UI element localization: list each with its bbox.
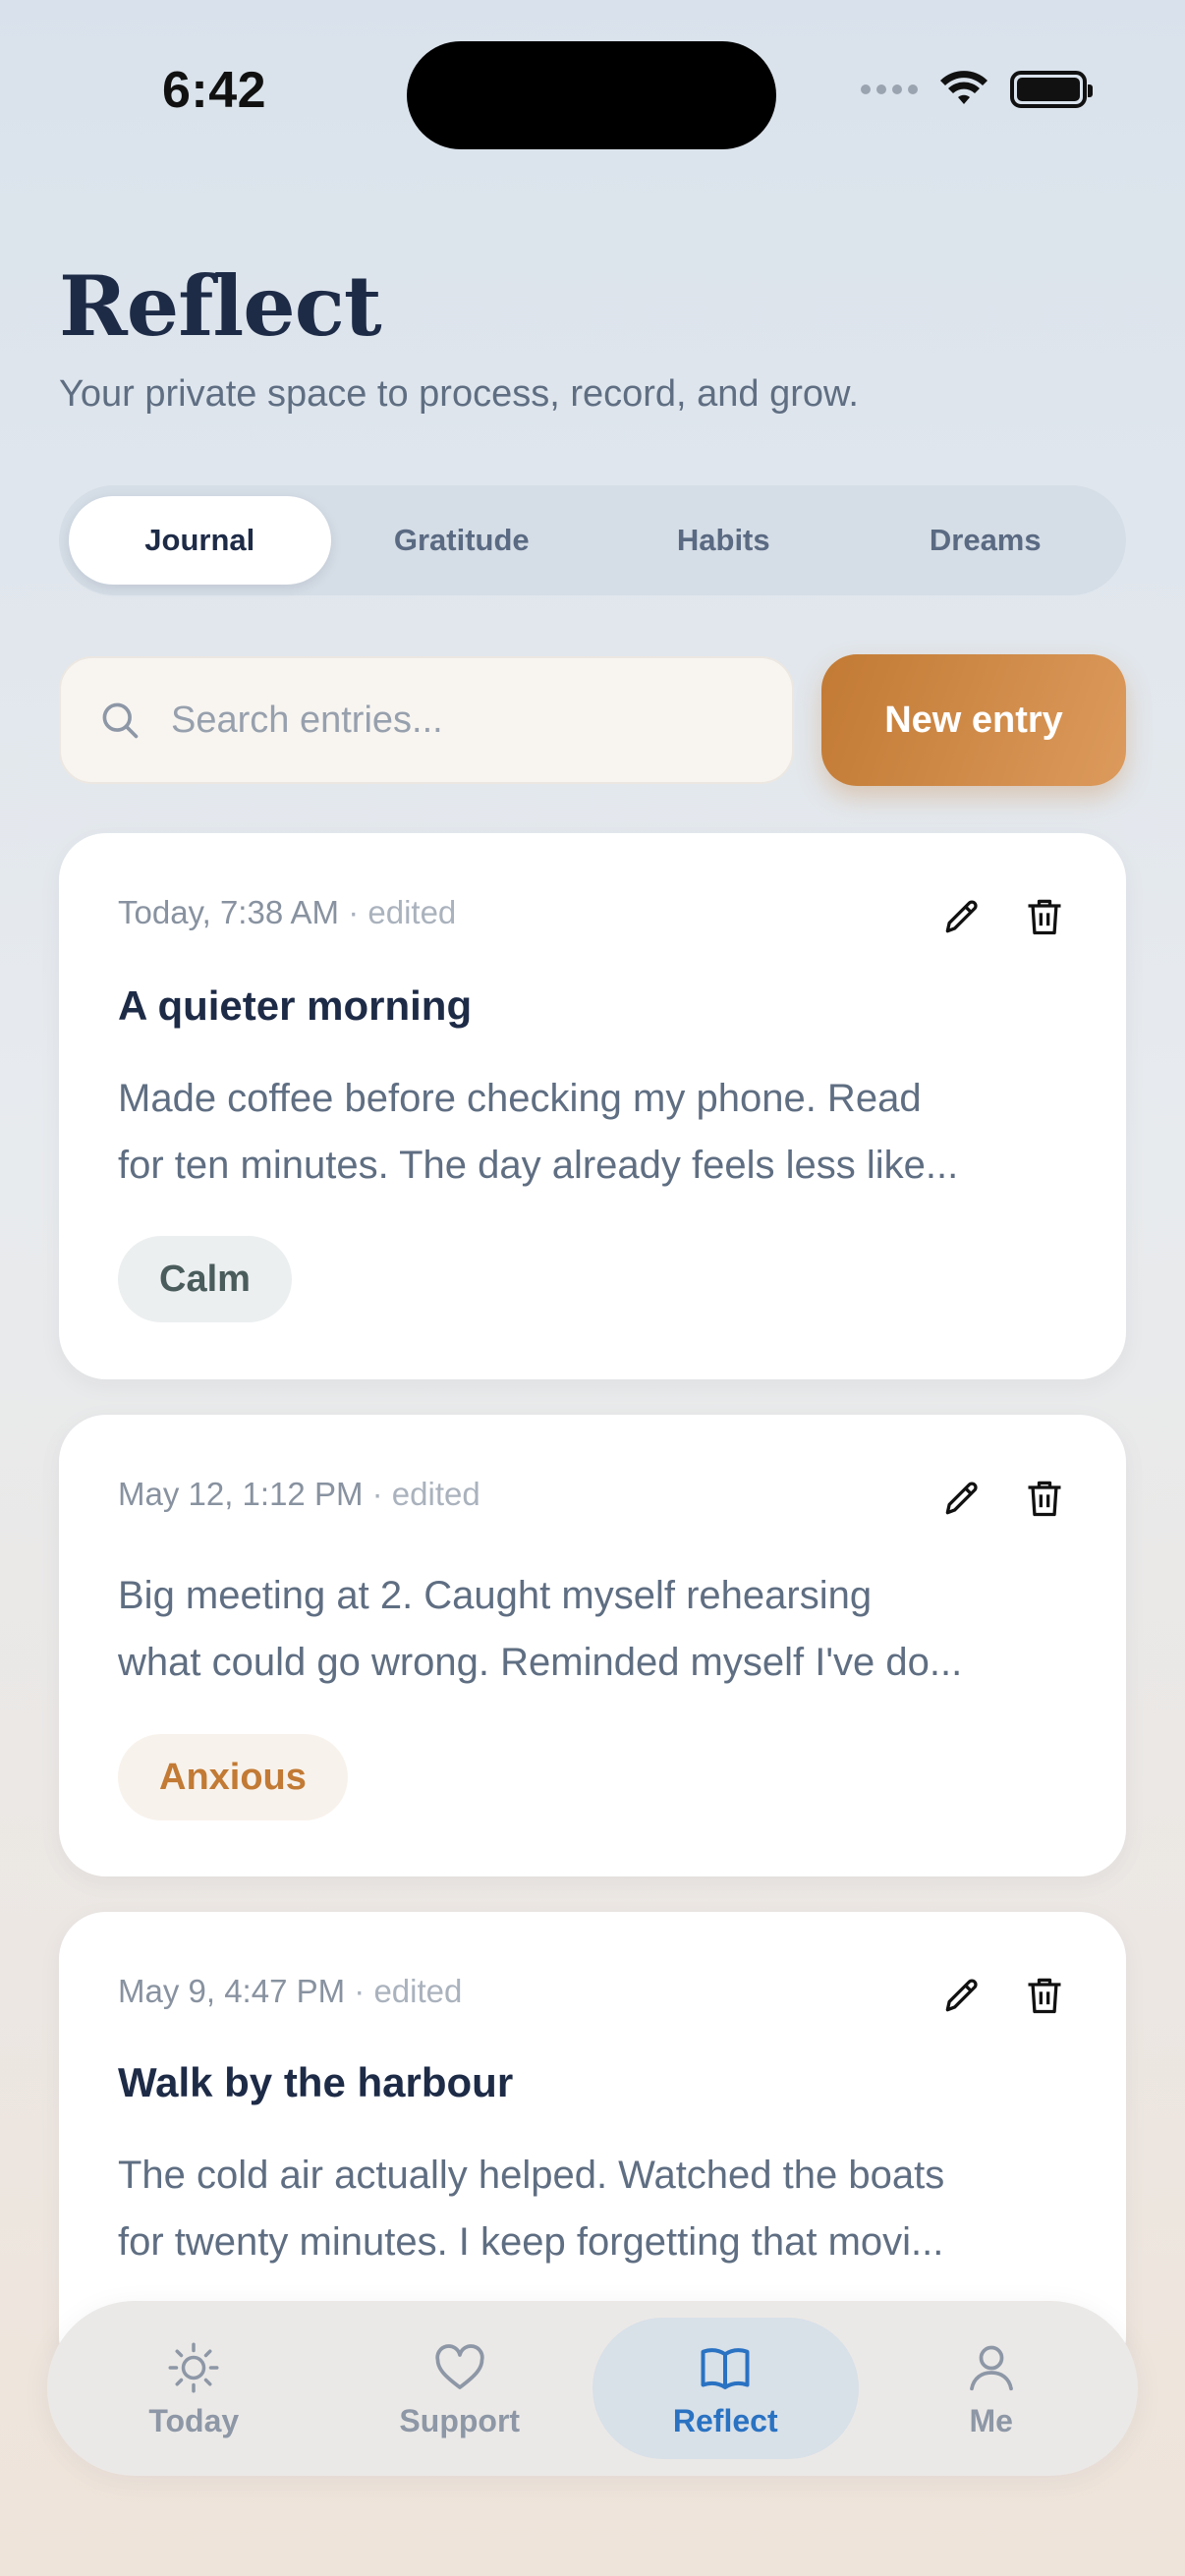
wifi-icon [940, 71, 988, 104]
delete-entry-button[interactable] [1022, 894, 1067, 939]
entry-meta: May 9, 4:47 PM · edited [118, 1973, 462, 2010]
dynamic-island [407, 41, 776, 149]
page-title: Reflect [59, 257, 382, 355]
nav-label: Support [399, 2402, 521, 2438]
entry-timestamp: May 12, 1:12 PM [118, 1476, 364, 1512]
nav-item-reflect[interactable]: Reflect [592, 2318, 859, 2459]
nav-label: Today [148, 2402, 240, 2438]
book-icon [701, 2347, 750, 2389]
entry-edited-label: · edited [348, 894, 457, 930]
entry-meta: May 12, 1:12 PM · edited [118, 1476, 480, 1513]
entry-timestamp: May 9, 4:47 PM [118, 1973, 346, 2009]
delete-entry-button[interactable] [1022, 1476, 1067, 1521]
entry-meta: Today, 7:38 AM · edited [118, 894, 456, 931]
nav-item-today[interactable]: Today [61, 2318, 327, 2459]
pencil-icon [945, 1979, 978, 2012]
entry-title: A quieter morning [118, 982, 473, 1029]
section-tabs: Journal Gratitude Habits Dreams [59, 485, 1126, 595]
edit-entry-button[interactable] [939, 1973, 985, 2018]
mood-tag-anxious: Anxious [118, 1734, 348, 1820]
entry-excerpt-line: what could go wrong. Reminded myself I'v… [118, 1641, 963, 1684]
search-icon [102, 702, 139, 739]
trash-icon [1028, 1481, 1061, 1517]
nav-label: Reflect [672, 2402, 778, 2438]
entry-excerpt-line: for ten minutes. The day already feels l… [118, 1144, 959, 1187]
heart-icon [435, 2343, 484, 2389]
person-icon [969, 2345, 1013, 2390]
delete-entry-button[interactable] [1022, 1973, 1067, 2018]
entry-edited-label: · edited [371, 1476, 480, 1512]
entry-edited-label: · edited [354, 1973, 463, 2009]
pencil-icon [945, 1482, 978, 1515]
entry-excerpt-line: The cold air actually helped. Watched th… [118, 2154, 945, 2197]
bottom-nav: Today Support Reflect Me [47, 2301, 1138, 2476]
entry-timestamp: Today, 7:38 AM [118, 894, 340, 930]
tab-journal[interactable]: Journal [69, 496, 331, 585]
trash-icon [1028, 899, 1061, 935]
nav-item-support[interactable]: Support [327, 2318, 593, 2459]
edit-entry-button[interactable] [939, 1476, 985, 1521]
nav-item-me[interactable]: Me [859, 2318, 1125, 2459]
entry-title: Walk by the harbour [118, 2059, 514, 2105]
entry-excerpt-line: for twenty minutes. I keep forgetting th… [118, 2220, 944, 2264]
journal-entry-card[interactable]: May 12, 1:12 PM · edited Big meeting at … [59, 1415, 1126, 1876]
pencil-icon [945, 900, 978, 933]
search-input[interactable] [171, 699, 721, 742]
tab-habits[interactable]: Habits [592, 496, 855, 585]
journal-entry-card[interactable]: Today, 7:38 AM · edited A quieter mornin… [59, 833, 1126, 1379]
edit-entry-button[interactable] [939, 894, 985, 939]
new-entry-button[interactable]: New entry [821, 654, 1126, 786]
entry-excerpt-line: Big meeting at 2. Caught myself rehearsi… [118, 1574, 873, 1617]
tab-gratitude[interactable]: Gratitude [331, 496, 593, 585]
entry-excerpt: The cold air actually helped. Watched th… [118, 2142, 1067, 2275]
tab-dreams[interactable]: Dreams [855, 496, 1117, 585]
search-box[interactable] [59, 656, 794, 784]
trash-icon [1028, 1978, 1061, 2014]
sun-icon [168, 2342, 219, 2392]
entry-excerpt: Big meeting at 2. Caught myself rehearsi… [118, 1562, 1067, 1696]
entry-excerpt: Made coffee before checking my phone. Re… [118, 1065, 1067, 1199]
cellular-signal-icon [861, 84, 918, 94]
battery-icon [1010, 71, 1093, 108]
nav-label: Me [969, 2402, 1013, 2438]
page-subtitle: Your private space to process, record, a… [59, 373, 859, 415]
mood-tag-calm: Calm [118, 1236, 292, 1322]
status-time: 6:42 [162, 62, 267, 119]
entry-excerpt-line: Made coffee before checking my phone. Re… [118, 1077, 922, 1120]
status-icons [861, 71, 1093, 108]
